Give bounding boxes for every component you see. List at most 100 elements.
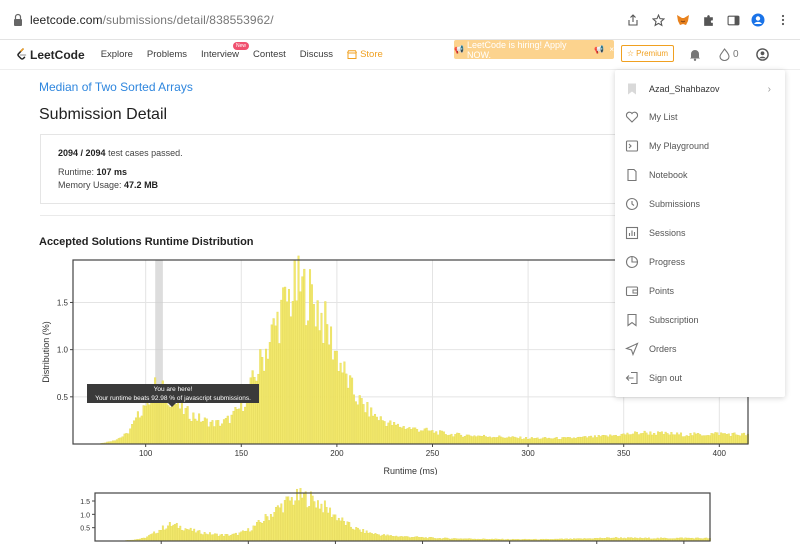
main-bar-203 [460,434,463,445]
main-bar-318 [679,432,682,445]
main-bar-259 [567,437,570,445]
main-bar-339 [720,432,723,445]
main-bar-54 [175,403,178,445]
main-bar-64 [194,418,197,445]
share-icon[interactable] [626,13,640,27]
main-bar-177 [410,429,413,445]
main-bar-283 [613,435,616,445]
mini-bar-43 [168,522,171,542]
main-bar-303 [651,434,654,445]
mini-bar-61 [200,533,203,542]
main-bar-258 [565,437,568,445]
main-bar-234 [519,436,522,445]
mini-bar-82 [236,535,239,542]
main-bar-144 [347,387,350,445]
mini-bar-112 [289,500,291,542]
main-bar-295 [635,431,638,445]
mini-bar-134 [327,512,330,542]
main-bar-78 [221,423,224,445]
mini-bar-161 [374,533,377,542]
main-bar-130 [320,312,323,445]
main-bar-140 [339,362,342,445]
runtime-overview-chart[interactable]: 1001502002503003504000.51.01.5 [0,488,800,545]
main-bar-192 [439,430,442,445]
mini-bar-117 [297,500,300,542]
top-navigation: LeetCode Explore Problems Interview New C… [0,40,800,70]
mini-bar-132 [323,500,326,542]
main-bar-37 [142,405,145,445]
dropdown-subscription[interactable]: Subscription [615,306,785,334]
dropdown-user[interactable]: Azad_Shahbazov › [615,74,785,104]
main-bar-114 [289,316,292,445]
main-bar-154 [366,402,369,445]
main-bar-104 [270,324,273,445]
main-bar-304 [653,433,656,445]
coins-indicator[interactable]: 0 [719,44,739,64]
runtime-distribution-title: Accepted Solutions Runtime Distribution [39,236,254,248]
main-bar-273 [593,435,596,445]
dropdown-username: Azad_Shahbazov [649,84,720,94]
main-bar-178 [412,427,415,445]
dropdown-submissions[interactable]: Submissions [615,190,785,218]
mini-bar-91 [252,525,255,542]
profile-avatar-icon[interactable] [751,13,765,27]
nav-interview[interactable]: Interview New [201,42,250,60]
main-bar-293 [632,433,635,445]
problem-title-link[interactable]: Median of Two Sorted Arrays [39,80,193,94]
mini-bar-164 [379,535,382,542]
mini-bar-176 [400,536,403,542]
hiring-banner[interactable]: 📢 LeetCode is hiring! Apply NOW. 📢 × [454,40,614,60]
nav-discuss[interactable]: Discuss [300,49,333,60]
metamask-fox-icon[interactable] [676,13,690,27]
dropdown-label-points: Points [649,286,675,296]
main-bar-33 [134,417,138,445]
premium-button[interactable]: ☆ Premium [621,45,674,62]
url-text[interactable]: leetcode.com/submissions/detail/83855396… [30,13,274,27]
main-bar-102 [266,358,269,445]
megaphone-icon-right: 📢 [594,45,605,54]
mini-bar-51 [182,530,185,542]
dropdown-my-list[interactable]: My List [615,103,785,131]
dropdown-sign-out[interactable]: Sign out [615,364,785,392]
nav-problems[interactable]: Problems [147,49,187,60]
dropdown-points[interactable]: Points [615,277,785,305]
main-bar-316 [676,432,679,445]
mini-bar-103 [273,512,276,542]
dropdown-my-playground[interactable]: My Playground [615,132,785,160]
main-bar-272 [592,437,595,445]
sidebar-toggle-icon[interactable] [726,13,740,27]
mini-bar-109 [283,500,286,542]
main-bar-245 [540,438,543,445]
dropdown-notebook[interactable]: Notebook [615,161,785,189]
main-bar-230 [511,436,514,445]
extensions-puzzle-icon[interactable] [701,13,715,27]
bookmark-star-icon[interactable] [651,13,665,27]
user-avatar-button[interactable] [756,44,769,64]
dropdown-orders[interactable]: Orders [615,335,785,363]
notebook-icon [627,168,637,182]
browser-url-bar[interactable]: leetcode.com/submissions/detail/83855396… [0,0,800,40]
leetcode-logo[interactable]: LeetCode [16,48,85,62]
main-bar-180 [416,429,419,445]
main-bar-342 [725,434,728,445]
dropdown-sessions[interactable]: Sessions [615,219,785,247]
more-options-icon[interactable] [776,13,790,27]
nav-explore[interactable]: Explore [101,49,133,60]
mini-bar-52 [184,528,187,542]
main-bar-117 [295,300,298,445]
main-bar-26 [121,436,124,445]
mini-bar-102 [271,516,274,542]
main-bar-175 [406,428,409,445]
notification-bell[interactable] [689,44,701,64]
nav-store[interactable]: Store [347,49,383,60]
mini-bar-104 [275,507,278,542]
main-xtick-label-2: 200 [330,449,344,458]
main-bar-159 [375,416,378,445]
main-bar-125 [310,284,313,445]
mini-bar-30 [146,536,149,542]
main-bar-222 [496,437,499,445]
dropdown-progress[interactable]: Progress [615,248,785,276]
main-bar-148 [354,401,357,445]
close-icon[interactable]: × [609,45,614,54]
nav-contest[interactable]: Contest [253,49,286,60]
